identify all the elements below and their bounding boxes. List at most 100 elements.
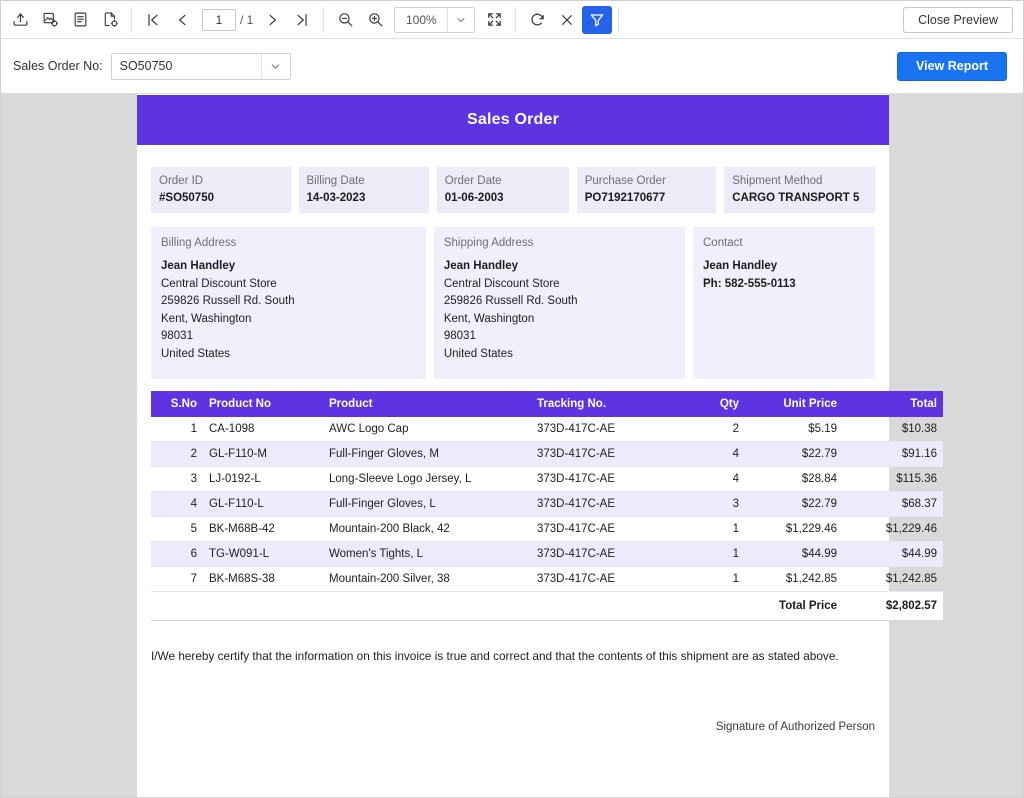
cell-product: Mountain-200 Silver, 38 [323,566,531,592]
export-image-settings-icon[interactable] [35,6,65,34]
billing-address-block: Billing Address Jean Handley Central Dis… [151,227,426,379]
info-value: CARGO TRANSPORT 5 [732,192,860,204]
billing-name: Jean Handley [161,260,236,272]
cell-qty: 1 [679,566,745,592]
column-header-product: Product [323,391,531,417]
cell-qty: 4 [679,466,745,492]
chevron-down-icon[interactable] [260,53,290,79]
chevron-down-icon[interactable] [447,7,474,32]
column-header-qty: Qty [679,391,745,417]
cell-sno: 1 [151,417,203,442]
cell-tracking: 373D-417C-AE [531,516,679,542]
cell-qty: 2 [679,417,745,442]
table-row: 5 BK-M68B-42 Mountain-200 Black, 42 373D… [151,516,943,542]
order-info-strip: Order ID #SO50750 Billing Date 14-03-202… [137,145,889,213]
view-report-button[interactable]: View Report [896,51,1007,81]
info-value: 01-06-2003 [444,192,504,204]
sales-order-select[interactable]: SO50750 [110,52,291,80]
zoom-level-select[interactable]: 100% [394,6,476,33]
billing-line-5: United States [161,347,231,360]
info-value: #SO50750 [159,192,214,204]
billing-line-1: Central Discount Store [161,277,277,290]
zoom-level-value: 100% [405,12,437,27]
report-canvas[interactable]: Sales Order Order ID #SO50750 Billing Da… [1,94,1023,797]
items-table-foot: Total Price $2,802.57 [151,591,943,621]
cell-total: $115.36 [843,466,943,492]
cell-tracking: 373D-417C-AE [531,466,679,492]
page-title: Sales Order [466,111,560,128]
table-row: 2 GL-F110-M Full-Finger Gloves, M 373D-4… [151,441,943,467]
cell-sno: 4 [151,491,203,517]
info-purchase-order: Purchase Order PO7192170677 [576,167,717,213]
cell-product: Women's Tights, L [323,541,531,567]
cell-unit-price: $1,242.85 [745,566,843,592]
contact-phone: Ph: 582-555-0113 [703,277,796,290]
info-label: Shipment Method [732,175,823,187]
cell-tracking: 373D-417C-AE [531,566,679,592]
toolbar-export-group [5,1,125,39]
column-header-total: Total [843,391,943,417]
next-page-icon[interactable] [257,6,287,34]
zoom-out-icon[interactable] [330,6,360,34]
table-row: 4 GL-F110-L Full-Finger Gloves, L 373D-4… [151,491,943,517]
first-page-icon[interactable] [138,6,168,34]
export-icon[interactable] [5,6,35,34]
cell-product: Mountain-200 Black, 42 [323,516,531,542]
page-settings-icon[interactable] [95,6,125,34]
cell-sno: 6 [151,541,203,567]
report-page: Sales Order Order ID #SO50750 Billing Da… [137,94,943,797]
cell-sno: 7 [151,566,203,592]
shipping-line-2: 259826 Russell Rd. South [443,295,578,307]
info-billing-date: Billing Date 14-03-2023 [298,167,429,213]
cell-product-no: LJ-0192-L [203,466,323,492]
shipping-line-3: Kent, Washington [443,312,535,325]
column-header-product-no: Product No [203,391,323,417]
certification-text: I/We hereby certify that the information… [151,649,839,663]
cell-sno: 3 [151,466,203,492]
zoom-in-icon[interactable] [360,6,390,34]
page-total-label: / 1 [240,12,254,27]
shipping-line-1: Central Discount Store [443,277,560,290]
cell-unit-price: $1,229.46 [745,516,843,542]
previous-page-icon[interactable] [168,6,198,34]
items-table-head: S.No Product No Product Tracking No. Qty… [151,391,943,417]
info-shipment-method: Shipment Method CARGO TRANSPORT 5 [724,167,875,213]
cell-tracking: 373D-417C-AE [531,441,679,467]
cell-product: Full-Finger Gloves, M [323,441,531,467]
parameter-bar: Sales Order No: SO50750 View Report [1,39,1023,94]
cell-qty: 4 [679,441,745,467]
last-page-icon[interactable] [287,6,317,34]
refresh-icon[interactable] [522,6,552,34]
fullscreen-icon[interactable] [479,6,509,34]
info-label: Purchase Order [584,175,666,187]
table-row: 7 BK-M68S-38 Mountain-200 Silver, 38 373… [151,566,943,592]
cell-unit-price: $28.84 [745,466,843,492]
sales-order-value: SO50750 [119,59,173,73]
close-preview-button[interactable]: Close Preview [903,6,1013,33]
items-table: S.No Product No Product Tracking No. Qty… [151,391,943,621]
cell-total: $91.16 [843,441,943,467]
cell-tracking: 373D-417C-AE [531,541,679,567]
viewer-toolbar: / 1 [1,1,1023,39]
cell-product-no: TG-W091-L [203,541,323,567]
billing-line-4: 98031 [161,330,193,342]
contact-label: Contact [703,237,743,249]
filter-icon[interactable] [582,5,613,34]
report-title-band: Sales Order [137,95,889,145]
cell-sno: 2 [151,441,203,467]
billing-line-2: 259826 Russell Rd. South [161,295,295,307]
info-label: Billing Date [306,175,365,187]
cell-product-no: GL-F110-L [203,491,323,517]
info-value: 14-03-2023 [306,192,366,204]
total-spacer [151,591,745,621]
document-icon[interactable] [65,6,95,34]
close-icon[interactable] [552,6,582,34]
shipping-line-5: United States [443,347,513,360]
page-number-input[interactable] [202,8,236,31]
info-value: PO7192170677 [584,192,666,204]
cell-tracking: 373D-417C-AE [531,417,679,442]
info-label: Order ID [159,175,204,187]
toolbar-divider [618,6,620,33]
table-header-row: S.No Product No Product Tracking No. Qty… [151,391,943,417]
cell-total: $1,229.46 [843,516,943,542]
